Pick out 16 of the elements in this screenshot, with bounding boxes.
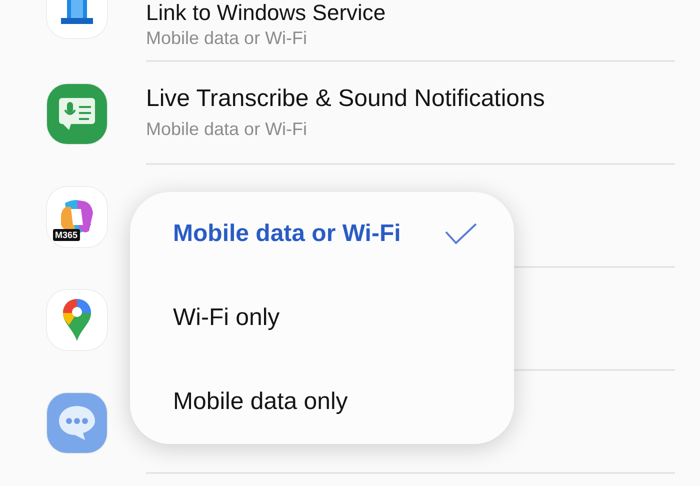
- checkmark-icon: [444, 222, 478, 246]
- transcript-icon: [57, 96, 97, 132]
- data-setting: Mobile data or Wi-Fi: [146, 28, 308, 49]
- app-name: Link to Windows Service: [146, 0, 387, 26]
- app-icon[interactable]: M365: [47, 186, 107, 246]
- data-setting: Mobile data or Wi-Fi: [146, 119, 308, 140]
- app-icon[interactable]: [47, 84, 107, 144]
- app-icon[interactable]: [47, 290, 107, 350]
- menu-option[interactable]: Wi-Fi only: [130, 276, 514, 360]
- map-pin-icon: [61, 296, 93, 342]
- menu-option[interactable]: Mobile data or Wi-Fi: [130, 192, 514, 276]
- menu-option[interactable]: Mobile data only: [130, 360, 514, 444]
- icon-label: M365: [53, 228, 80, 240]
- app-icon[interactable]: [47, 392, 107, 452]
- app-name: Live Transcribe & Sound Notifications: [146, 85, 546, 113]
- chat-bubble-icon: [57, 404, 97, 442]
